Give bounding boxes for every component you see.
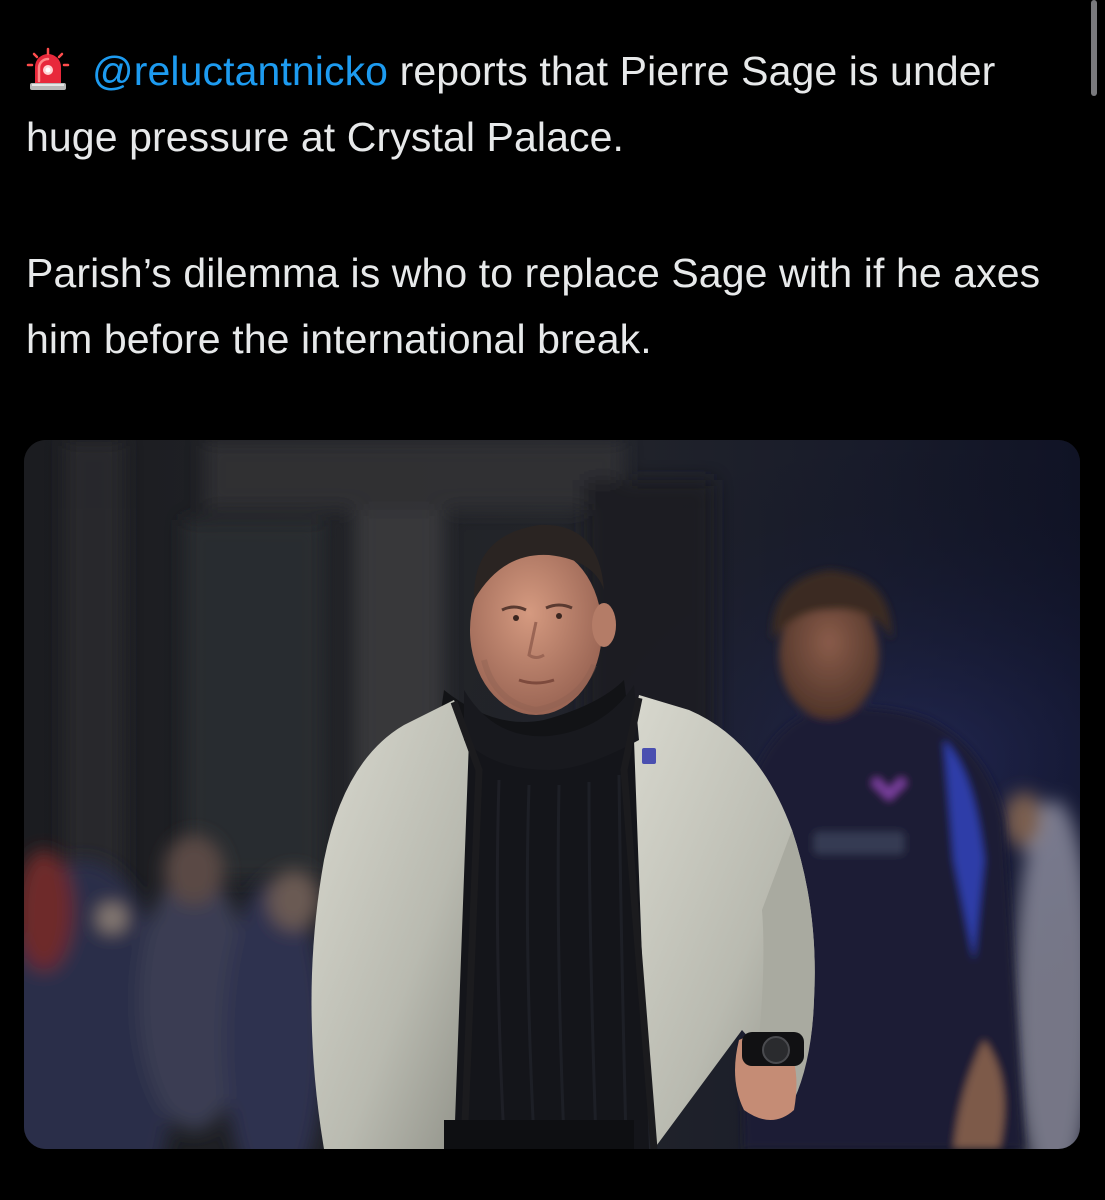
tweet-paragraph-1: @reluctantnicko reports that Pierre Sage… (26, 38, 1076, 170)
tweet-paragraph-2: Parish’s dilemma is who to replace Sage … (26, 250, 1041, 362)
scrollbar[interactable] (1091, 0, 1097, 96)
photo (24, 440, 1080, 1149)
mention-link[interactable]: @reluctantnicko (92, 48, 388, 94)
tweet: @reluctantnicko reports that Pierre Sage… (0, 0, 1105, 1200)
tweet-body: @reluctantnicko reports that Pierre Sage… (26, 38, 1076, 372)
tweet-media-photo[interactable] (24, 440, 1080, 1149)
police-siren-icon (26, 47, 70, 90)
